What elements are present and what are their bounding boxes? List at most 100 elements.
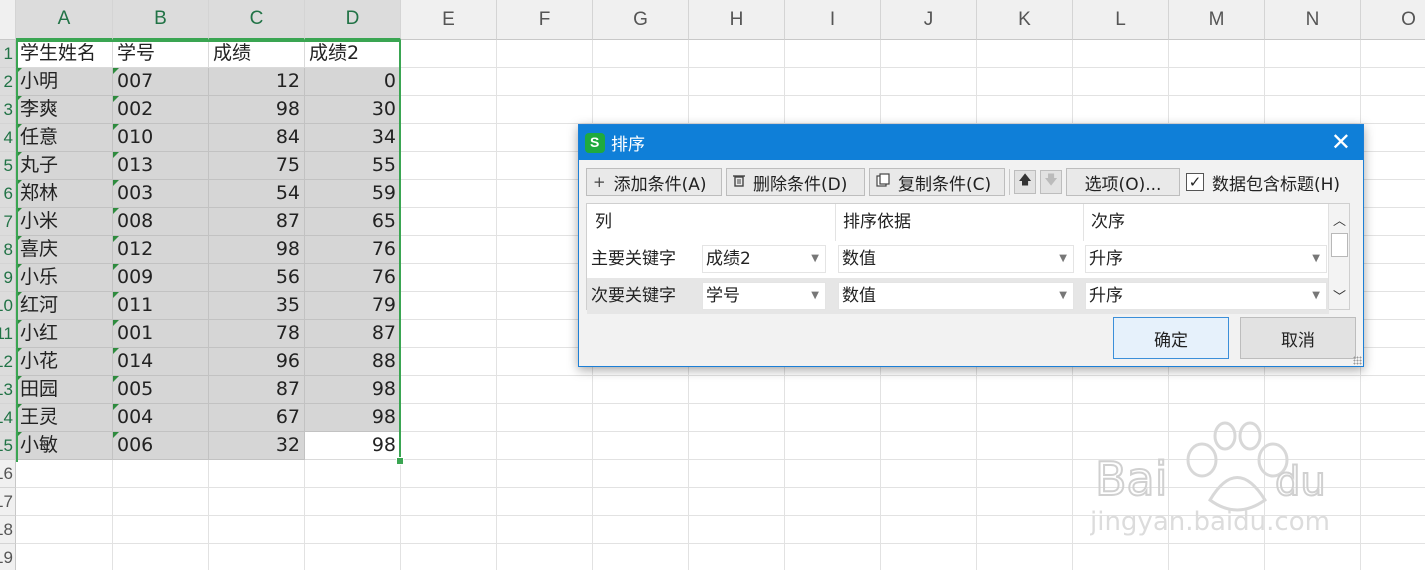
row-header-8[interactable]: 8 [0, 236, 16, 264]
move-down-icon[interactable]: 🡇 [1040, 170, 1062, 194]
table-cell[interactable]: 59 [305, 180, 401, 208]
table-cell[interactable]: 98 [209, 236, 305, 264]
column-header-m[interactable]: M [1169, 0, 1265, 40]
row-header-7[interactable]: 7 [0, 208, 16, 236]
table-cell[interactable]: 87 [209, 376, 305, 404]
column-header-g[interactable]: G [593, 0, 689, 40]
table-cell[interactable]: 67 [209, 404, 305, 432]
row-header-5[interactable]: 5 [0, 152, 16, 180]
fill-handle[interactable] [396, 457, 404, 465]
table-cell[interactable]: 012 [113, 236, 209, 264]
ok-button[interactable]: 确定 [1113, 317, 1229, 359]
table-cell[interactable]: 小红 [16, 320, 113, 348]
primary-column-select[interactable]: 成绩2 ▼ [702, 245, 826, 273]
table-cell[interactable]: 84 [209, 124, 305, 152]
move-up-icon[interactable]: 🡅 [1014, 170, 1036, 194]
row-header-16[interactable]: 16 [0, 460, 16, 488]
row-header-3[interactable]: 3 [0, 96, 16, 124]
table-cell[interactable]: 88 [305, 348, 401, 376]
row-header-2[interactable]: 2 [0, 68, 16, 96]
table-cell[interactable]: 34 [305, 124, 401, 152]
table-cell[interactable]: 小明 [16, 68, 113, 96]
row-header-15[interactable]: 15 [0, 432, 16, 460]
table-cell[interactable]: 005 [113, 376, 209, 404]
table-cell[interactable]: 王灵 [16, 404, 113, 432]
table-cell[interactable]: 008 [113, 208, 209, 236]
table-cell[interactable]: 79 [305, 292, 401, 320]
table-cell[interactable]: 009 [113, 264, 209, 292]
table-cell[interactable]: 014 [113, 348, 209, 376]
close-icon[interactable]: ✕ [1331, 129, 1351, 155]
resize-grip[interactable] [1353, 356, 1362, 365]
table-cell[interactable]: 32 [209, 432, 305, 460]
table-cell[interactable]: 35 [209, 292, 305, 320]
primary-order-select[interactable]: 升序 ▼ [1085, 245, 1327, 273]
row-header-6[interactable]: 6 [0, 180, 16, 208]
row-header-1[interactable]: 1 [0, 40, 16, 68]
secondary-basis-select[interactable]: 数值 ▼ [838, 282, 1074, 310]
row-header-4[interactable]: 4 [0, 124, 16, 152]
table-cell[interactable]: 小米 [16, 208, 113, 236]
table-cell[interactable]: 003 [113, 180, 209, 208]
column-header-d[interactable]: D [305, 0, 401, 40]
table-cell[interactable]: 75 [209, 152, 305, 180]
table-cell[interactable]: 30 [305, 96, 401, 124]
options-button[interactable]: 选项(O)... [1066, 168, 1180, 196]
column-header-l[interactable]: L [1073, 0, 1169, 40]
cell-header-id[interactable]: 学号 [113, 40, 209, 68]
column-header-b[interactable]: B [113, 0, 209, 40]
column-header-o[interactable]: O [1361, 0, 1425, 40]
table-cell[interactable]: 54 [209, 180, 305, 208]
secondary-order-select[interactable]: 升序 ▼ [1085, 282, 1327, 310]
table-cell[interactable]: 010 [113, 124, 209, 152]
table-cell[interactable]: 红河 [16, 292, 113, 320]
table-cell[interactable]: 78 [209, 320, 305, 348]
cell-header-score[interactable]: 成绩 [209, 40, 305, 68]
column-header-n[interactable]: N [1265, 0, 1361, 40]
table-cell[interactable]: 任意 [16, 124, 113, 152]
add-condition-button[interactable]: + 添加条件(A) [586, 168, 722, 196]
has-header-checkbox[interactable]: ✓ 数据包含标题(H) [1186, 170, 1340, 195]
chevron-up-icon[interactable]: ︿ [1333, 210, 1346, 229]
table-cell[interactable]: 98 [209, 96, 305, 124]
row-header-10[interactable]: 10 [0, 292, 16, 320]
table-cell[interactable]: 李爽 [16, 96, 113, 124]
table-cell[interactable]: 丸子 [16, 152, 113, 180]
table-cell[interactable]: 0 [305, 68, 401, 96]
delete-condition-button[interactable]: 删除条件(D) [726, 168, 865, 196]
table-cell[interactable]: 013 [113, 152, 209, 180]
column-header-h[interactable]: H [689, 0, 785, 40]
table-cell[interactable]: 98 [305, 404, 401, 432]
column-header-a[interactable]: A [16, 0, 113, 40]
column-header-c[interactable]: C [209, 0, 305, 40]
row-header-12[interactable]: 12 [0, 348, 16, 376]
table-cell[interactable]: 007 [113, 68, 209, 96]
dialog-title-bar[interactable]: 排序 ✕ [579, 125, 1363, 160]
table-cell[interactable]: 郑林 [16, 180, 113, 208]
table-cell[interactable]: 田园 [16, 376, 113, 404]
row-header-17[interactable]: 17 [0, 488, 16, 516]
table-cell[interactable]: 小乐 [16, 264, 113, 292]
table-cell[interactable]: 011 [113, 292, 209, 320]
table-cell[interactable]: 76 [305, 264, 401, 292]
table-cell[interactable]: 55 [305, 152, 401, 180]
table-cell[interactable]: 006 [113, 432, 209, 460]
column-header-j[interactable]: J [881, 0, 977, 40]
table-cell[interactable]: 56 [209, 264, 305, 292]
table-cell[interactable]: 小敏 [16, 432, 113, 460]
row-header-14[interactable]: 14 [0, 404, 16, 432]
table-cell[interactable]: 98 [305, 432, 401, 460]
column-header-f[interactable]: F [497, 0, 593, 40]
row-header-9[interactable]: 9 [0, 264, 16, 292]
table-cell[interactable]: 76 [305, 236, 401, 264]
table-cell[interactable]: 002 [113, 96, 209, 124]
table-cell[interactable]: 小花 [16, 348, 113, 376]
table-cell[interactable]: 87 [209, 208, 305, 236]
row-header-19[interactable]: 19 [0, 544, 16, 570]
column-header-k[interactable]: K [977, 0, 1073, 40]
primary-basis-select[interactable]: 数值 ▼ [838, 245, 1074, 273]
table-cell[interactable]: 65 [305, 208, 401, 236]
select-all-corner[interactable] [0, 0, 16, 40]
table-cell[interactable]: 98 [305, 376, 401, 404]
row-header-13[interactable]: 13 [0, 376, 16, 404]
